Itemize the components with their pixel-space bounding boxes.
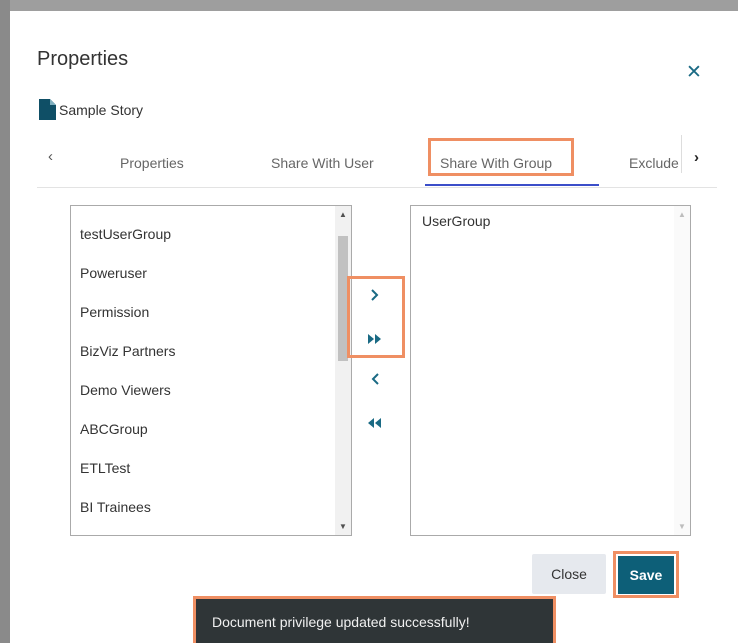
list-item[interactable]: testUserGroup xyxy=(71,215,335,254)
tab-divider xyxy=(681,135,682,173)
background-left-edge xyxy=(0,0,10,643)
tab-bar: ‹ Properties Share With User Share With … xyxy=(37,135,717,188)
scrollbar[interactable]: ▲ ▼ xyxy=(335,206,351,535)
move-all-left-button[interactable] xyxy=(366,415,384,433)
list-item[interactable]: Demo Viewers xyxy=(71,371,335,410)
document-icon xyxy=(39,99,56,120)
document-name: Sample Story xyxy=(59,101,144,118)
selected-groups-list[interactable]: UserGroup ▲ ▼ xyxy=(410,205,691,536)
properties-dialog: Properties ✕ Sample Story ‹ Properties S… xyxy=(10,11,738,643)
list-item[interactable]: ABCGroup xyxy=(71,410,335,449)
highlight-box-tab xyxy=(428,138,574,176)
list-item[interactable]: BI Trainees xyxy=(71,488,335,527)
dialog-title: Properties xyxy=(37,48,129,70)
scroll-down-arrow-icon[interactable]: ▼ xyxy=(674,518,690,535)
list-item[interactable]: BizViz Partners xyxy=(71,332,335,371)
scrollbar[interactable]: ▲ ▼ xyxy=(674,206,690,535)
chevron-left-icon[interactable]: ‹ xyxy=(48,148,53,165)
highlight-box-save xyxy=(613,551,679,598)
list-item[interactable]: Poweruser xyxy=(71,254,335,293)
list-item[interactable]: Permission xyxy=(71,293,335,332)
list-item[interactable]: ETLTest xyxy=(71,449,335,488)
toast-notification: Document privilege updated successfully! xyxy=(193,596,556,643)
move-left-button[interactable] xyxy=(366,370,384,388)
document-row: Sample Story xyxy=(39,99,143,120)
list-item[interactable]: UserGroup xyxy=(411,206,674,236)
chevron-right-icon[interactable]: › xyxy=(694,149,699,166)
tab-share-with-user[interactable]: Share With User xyxy=(271,155,374,171)
double-triangle-left-icon xyxy=(368,418,381,428)
scroll-down-arrow-icon[interactable]: ▼ xyxy=(335,518,351,535)
close-button[interactable]: Close xyxy=(532,554,606,594)
scroll-up-arrow-icon[interactable]: ▲ xyxy=(674,206,690,223)
available-groups-list[interactable]: testUserGroup Poweruser Permission BizVi… xyxy=(70,205,352,536)
highlight-box-move-buttons xyxy=(347,276,405,358)
scroll-up-arrow-icon[interactable]: ▲ xyxy=(335,206,351,223)
tab-exclude[interactable]: Exclude xyxy=(629,155,683,171)
active-tab-indicator xyxy=(425,184,599,186)
close-icon[interactable]: ✕ xyxy=(686,63,702,82)
chevron-left-icon xyxy=(371,373,379,385)
tab-properties[interactable]: Properties xyxy=(120,155,184,171)
